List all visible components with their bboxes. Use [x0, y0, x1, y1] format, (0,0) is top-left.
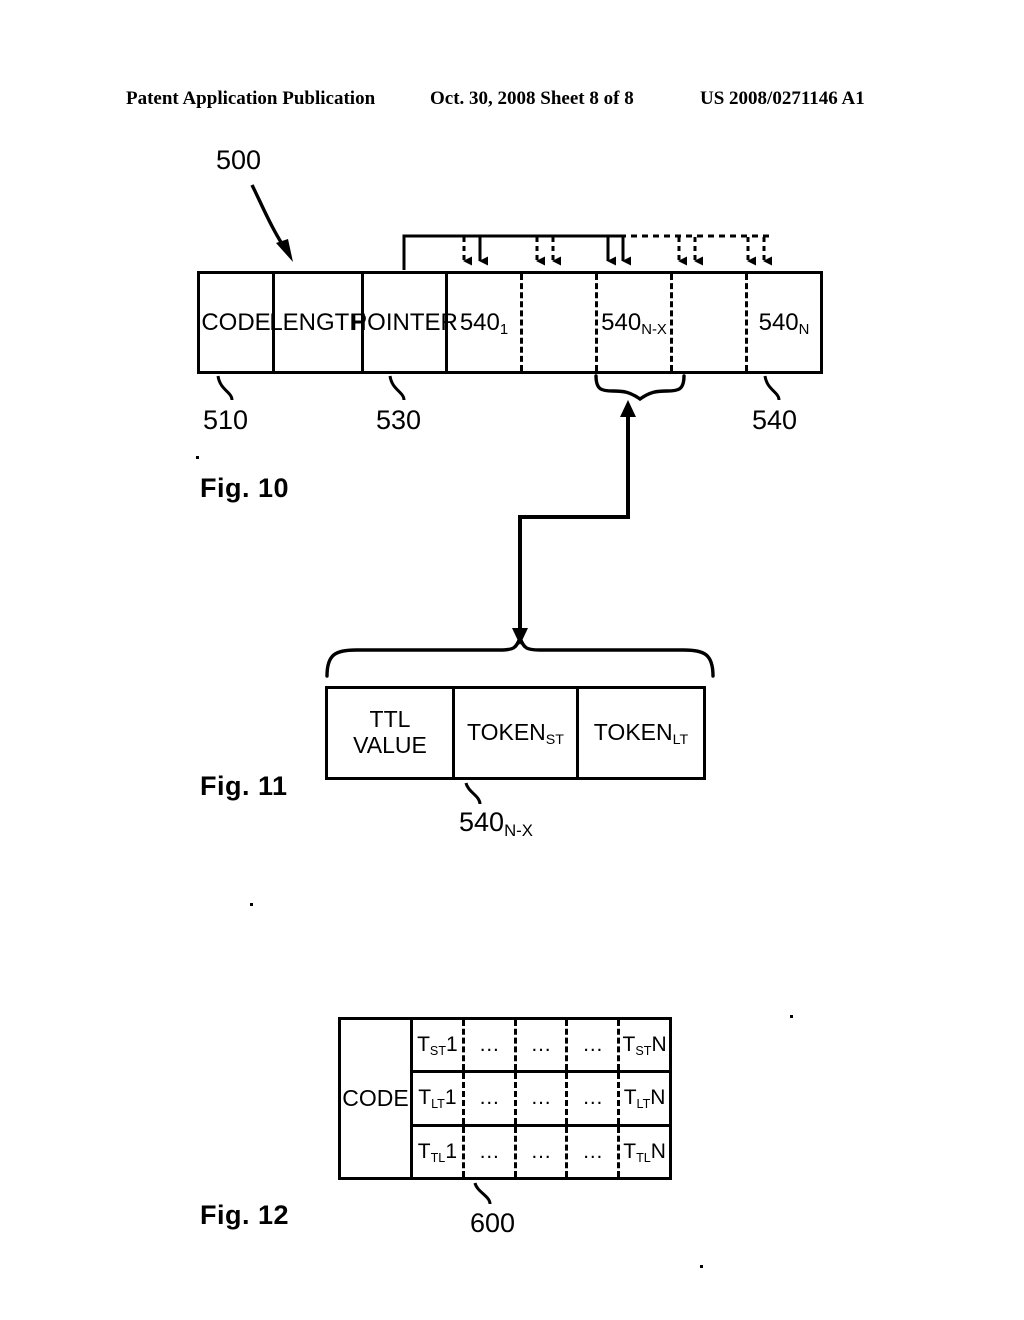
fig12-cell-tl-2: … — [465, 1126, 517, 1177]
fig12-cell-st-4: … — [568, 1020, 621, 1071]
fig12-cell-st-2: … — [465, 1020, 517, 1071]
fig11-caption: Fig. 11 — [200, 771, 288, 801]
fig12-cell-lt-2: … — [465, 1073, 517, 1124]
fig10-brace-540-n-x — [594, 374, 686, 402]
leader-line-540-n-x — [464, 782, 482, 805]
publication-label: Patent Application Publication — [126, 88, 376, 109]
fig12-cell-lt-3: … — [517, 1073, 569, 1124]
fig12-cell-st-n: TSTN — [622, 1033, 667, 1058]
ref-number-530: 530 — [376, 405, 422, 435]
scan-speck — [790, 1015, 793, 1018]
scan-speck — [700, 1265, 703, 1268]
leader-line-530 — [388, 375, 406, 401]
fig12-caption: Fig. 12 — [200, 1200, 290, 1230]
fig11-token-record-table: TTL VALUE TOKENST TOKENLT — [325, 686, 706, 780]
fig12-token-matrix-table: CODE TST1 … … … TSTN TLT1 … … … TLTN TTL… — [338, 1017, 672, 1180]
fig12-cell-tl-1: TTL1 — [413, 1126, 465, 1177]
leader-line-540 — [763, 375, 781, 401]
fig10-bus-line-solid — [402, 234, 620, 270]
date-sheet-label: Oct. 30, 2008 Sheet 8 of 8 — [430, 88, 634, 109]
fig12-cell-lt-1: TLT1 — [413, 1073, 465, 1124]
fig10-cell-540-n: 540N — [758, 308, 810, 338]
fig12-cell-st-3: … — [517, 1020, 569, 1071]
scan-speck — [196, 456, 199, 459]
ref-number-500: 500 — [216, 145, 262, 175]
connector-arrowhead-up — [620, 400, 636, 417]
ref-number-600: 600 — [470, 1208, 516, 1238]
fig11-cell-token-st: TOKENST — [455, 689, 579, 777]
fig11-cell-ttl-value: TTL VALUE — [328, 689, 455, 777]
page-running-header: Patent Application Publication Oct. 30, … — [0, 88, 1024, 114]
fig12-row-tl: TTL1 … … … TTLN — [413, 1126, 669, 1177]
fig10-cell-code: CODE — [200, 274, 275, 371]
connector-arrowhead-down — [512, 628, 528, 645]
leader-line-600 — [473, 1182, 492, 1205]
ref-number-540-n-x: 540N-X — [459, 807, 533, 840]
ref-number-510: 510 — [203, 405, 249, 435]
fig10-cell-540-1: 5401 — [448, 274, 523, 371]
fig10-caption: Fig. 10 — [200, 473, 290, 503]
fig11-brace — [325, 633, 715, 678]
fig10-cell-blank-b — [673, 274, 748, 371]
fig12-cell-tl-4: … — [568, 1126, 621, 1177]
fig12-row-lt: TLT1 … … … TLTN — [413, 1070, 669, 1127]
fig10-packet-structure-table: CODE LENGTH POINTER 5401 540N-X 540N — [197, 271, 823, 374]
fig12-cell-tl-3: … — [517, 1126, 569, 1177]
fig10-cell-pointer: POINTER — [351, 274, 458, 371]
fig12-cell-lt-4: … — [568, 1073, 621, 1124]
patent-number-label: US 2008/0271146 A1 — [700, 88, 865, 109]
fig12-cell-st-1: TST1 — [413, 1020, 465, 1071]
fig10-fig11-connector — [518, 412, 630, 633]
leader-arrow-500 — [250, 184, 290, 254]
ref-number-540: 540 — [752, 405, 798, 435]
fig11-cell-token-lt: TOKENLT — [593, 719, 689, 749]
fig12-grid: TST1 … … … TSTN TLT1 … … … TLTN TTL1 … …… — [413, 1020, 669, 1177]
fig12-row-st: TST1 … … … TSTN — [413, 1020, 669, 1071]
fig12-cell-tl-n: TTLN — [623, 1139, 666, 1165]
fig12-cell-lt-n: TLTN — [623, 1086, 666, 1112]
scan-speck — [250, 903, 253, 906]
fig10-cell-540-n-x: 540N-X — [598, 274, 673, 371]
fig12-cell-code: CODE — [341, 1020, 413, 1177]
leader-line-510 — [216, 375, 234, 401]
leader-arrow-500-head — [276, 239, 293, 262]
fig10-cell-blank-a — [523, 274, 598, 371]
